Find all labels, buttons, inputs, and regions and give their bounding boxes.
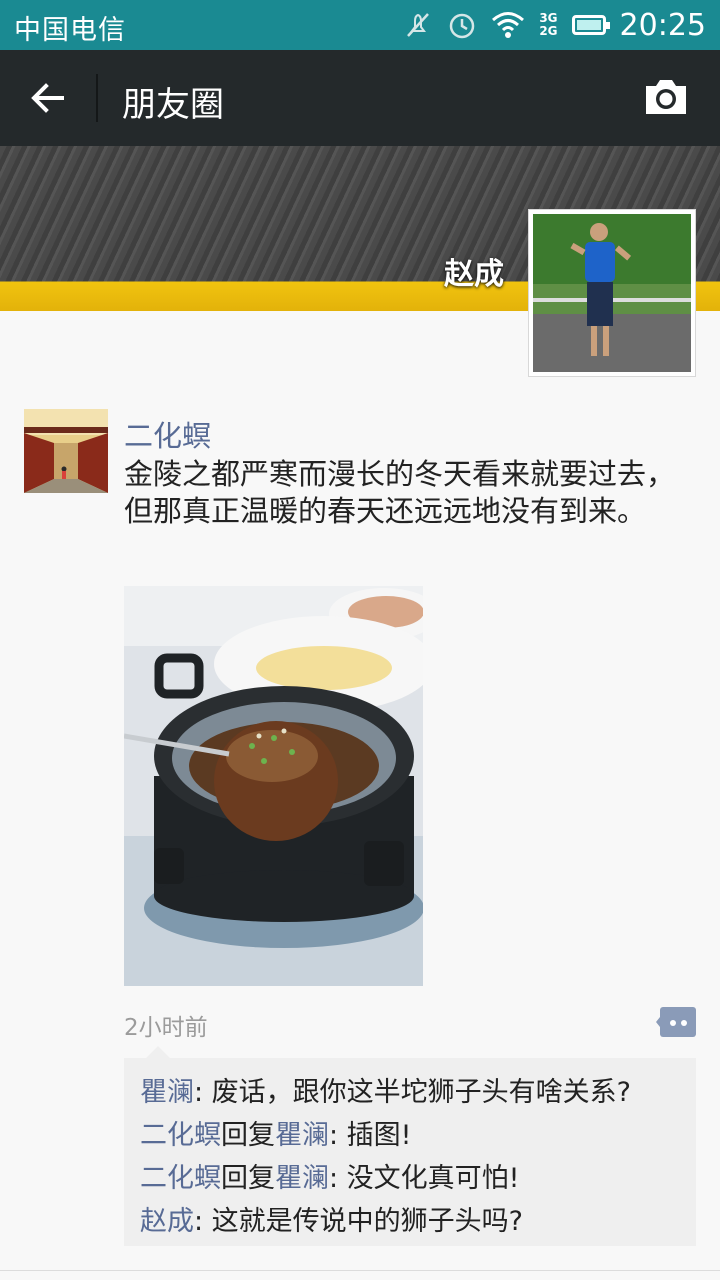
comment-reply-word: 回复 xyxy=(221,1120,275,1151)
battery-icon xyxy=(571,15,610,35)
comment-text: : 废话，跟你这半坨狮子头有啥关系? xyxy=(194,1077,632,1108)
comment-text: : 没文化真可怕! xyxy=(329,1163,520,1194)
author-avatar[interactable] xyxy=(24,409,108,493)
owner-avatar[interactable] xyxy=(528,209,696,377)
signal-icon: 3G 2G xyxy=(539,12,557,38)
comment-author[interactable]: 二化螟 xyxy=(140,1163,221,1194)
post-timestamp: 2小时前 xyxy=(124,1015,208,1041)
network-2g-label: 2G xyxy=(539,24,558,38)
status-bar: 中国电信 3G 2G 20:25 xyxy=(0,0,720,50)
comments-panel: 瞿澜: 废话，跟你这半坨狮子头有啥关系? 二化螟回复瞿澜: 插图! 二化螟回复瞿… xyxy=(124,1046,696,1246)
comment-author[interactable]: 赵成 xyxy=(140,1206,194,1237)
feed-divider xyxy=(0,1270,720,1271)
comment-reply-target[interactable]: 瞿澜 xyxy=(275,1163,329,1194)
cover-owner-name[interactable]: 赵成 xyxy=(444,249,504,293)
comment-like-menu-button[interactable] xyxy=(656,1007,696,1037)
status-icons: 3G 2G 20:25 xyxy=(403,6,706,44)
owner-photo xyxy=(533,214,691,372)
alarm-icon xyxy=(450,13,475,39)
clock: 20:25 xyxy=(619,7,706,43)
mute-icon xyxy=(407,13,430,37)
post-photo[interactable] xyxy=(124,586,423,986)
comment-item[interactable]: 赵成: 这就是传说中的狮子头吗? xyxy=(140,1199,523,1238)
more-dot-icon xyxy=(681,1020,687,1026)
more-dot-icon xyxy=(670,1020,676,1026)
back-arrow-icon[interactable] xyxy=(28,78,68,118)
wifi-icon xyxy=(492,12,525,38)
comment-author[interactable]: 二化螟 xyxy=(140,1120,221,1151)
post-photo-image xyxy=(124,586,423,986)
comment-item[interactable]: 二化螟回复瞿澜: 没文化真可怕! xyxy=(140,1156,520,1195)
comment-reply-target[interactable]: 瞿澜 xyxy=(275,1120,329,1151)
comment-author[interactable]: 瞿澜 xyxy=(140,1077,194,1108)
comment-text: : 插图! xyxy=(329,1120,412,1151)
page-title: 朋友圈 xyxy=(122,85,224,125)
post-text: 金陵之都严寒而漫长的冬天看来就要过去，但那真正温暖的春天还远远地没有到来。 xyxy=(124,457,676,528)
camera-icon[interactable] xyxy=(642,76,690,118)
post-author-name[interactable]: 二化螟 xyxy=(124,413,211,455)
comment-reply-word: 回复 xyxy=(221,1163,275,1194)
carrier-label: 中国电信 xyxy=(14,15,126,46)
comment-text: : 这就是传说中的狮子头吗? xyxy=(194,1206,524,1237)
comment-item[interactable]: 瞿澜: 废话，跟你这半坨狮子头有啥关系? xyxy=(140,1070,631,1109)
title-bar: 朋友圈 xyxy=(0,50,720,146)
comment-item[interactable]: 二化螟回复瞿澜: 插图! xyxy=(140,1113,412,1152)
author-avatar-photo xyxy=(24,409,108,493)
title-divider xyxy=(96,74,98,122)
